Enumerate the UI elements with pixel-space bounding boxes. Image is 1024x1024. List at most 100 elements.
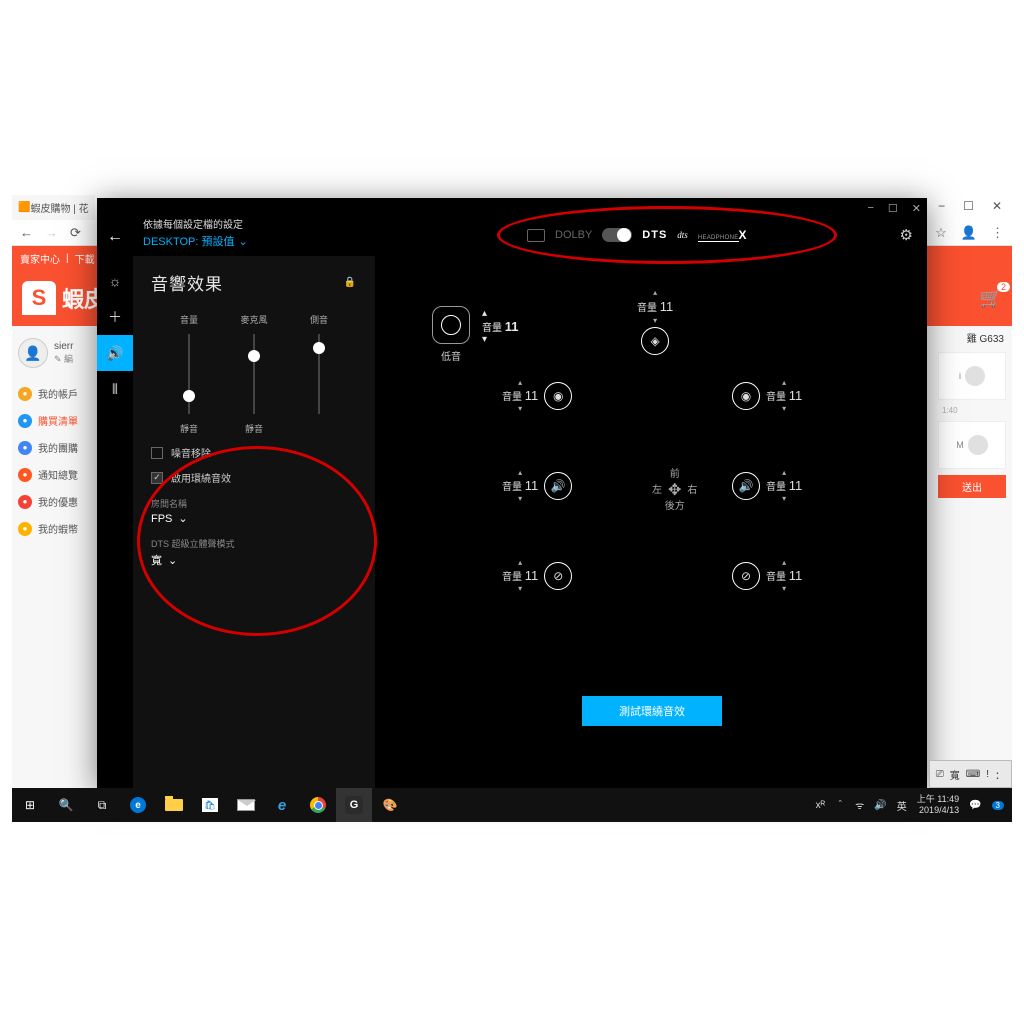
tray-chevron-icon[interactable]: ＾ — [835, 798, 845, 813]
taskbar-explorer[interactable] — [156, 788, 192, 822]
cart-badge: 2 — [997, 282, 1010, 292]
volume-slider[interactable]: 音量靜音 — [159, 313, 219, 435]
stepper-down[interactable]: ▾ — [518, 404, 522, 413]
stepper-down[interactable]: ▾ — [518, 494, 522, 503]
profile-selector[interactable]: DESKTOP: 預設值 ⌄ — [143, 233, 248, 249]
channel-rear-left[interactable]: ▴音量 11▾ ⊘ — [502, 558, 572, 593]
task-view-button[interactable]: ⧉ — [84, 788, 120, 822]
stepper-up[interactable]: ▴ — [782, 378, 786, 387]
speaker-rr-icon: ⊘ — [732, 562, 760, 590]
stepper-up[interactable]: ▴ — [782, 558, 786, 567]
taskbar-ghub[interactable]: G — [336, 788, 372, 822]
dtsx-logo-icon: dts — [677, 230, 688, 240]
headphonex-label: HEADPHONE — [698, 235, 739, 242]
bass-knob-icon[interactable] — [432, 306, 470, 344]
chevron-down-icon: ⌄ — [238, 235, 247, 248]
stepper-up[interactable]: ▴ — [518, 558, 522, 567]
chevron-down-icon: ⌄ — [178, 512, 187, 525]
taskbar-clock[interactable]: 上午 11:492019/4/13 — [917, 794, 959, 816]
tab-acoustics[interactable]: 🔊 — [97, 335, 133, 371]
ime-toolbar[interactable]: ⎚寬⌨!： — [929, 760, 1012, 788]
stepper-down[interactable]: ▾ — [518, 584, 522, 593]
seller-center-link[interactable]: 賣家中心 — [20, 251, 60, 266]
stepper-down[interactable]: ▾ — [782, 584, 786, 593]
dts-mode-dropdown[interactable]: 寬 ⌄ — [151, 552, 357, 568]
chat-card[interactable]: M — [938, 421, 1006, 469]
speaker-rl-icon: ⊘ — [544, 562, 572, 590]
dolby-dts-switch[interactable] — [602, 228, 632, 242]
tab-assignments[interactable]: ＋ — [97, 299, 133, 335]
volume-slider[interactable]: 側音 — [289, 313, 349, 435]
search-button[interactable]: 🔍 — [48, 788, 84, 822]
bass-label: 低音 — [432, 348, 470, 363]
ghub-side-rail: ☼ ＋ 🔊 ⦀ — [97, 263, 133, 407]
lock-icon[interactable]: 🔒 — [344, 277, 357, 288]
stepper-down[interactable]: ▾ — [653, 316, 657, 325]
minimize-button[interactable]: − — [867, 202, 873, 215]
start-button[interactable]: ⊞ — [12, 788, 48, 822]
browser-tab[interactable]: 🟧 蝦皮購物 | 花 — [12, 195, 95, 220]
channel-center[interactable]: ▴ 音量 11 ▾ ◈ — [637, 288, 673, 355]
volume-slider[interactable]: 麥克風靜音 — [224, 313, 284, 435]
stepper-down[interactable]: ▾ — [482, 334, 487, 345]
profile-icon[interactable]: 👤 — [961, 225, 977, 241]
channel-rear-right[interactable]: ⊘ ▴音量 11▾ — [732, 558, 802, 593]
maximize-button[interactable]: ☐ — [888, 202, 898, 215]
direction-labels: 前 左✥右 後方 — [652, 468, 697, 514]
chat-card[interactable]: i — [938, 352, 1006, 400]
tab-equalizer[interactable]: ⦀ — [97, 371, 133, 407]
stepper-up[interactable]: ▴ — [518, 378, 522, 387]
close-button[interactable]: ✕ — [992, 199, 1002, 213]
tab-lighting[interactable]: ☼ — [97, 263, 133, 299]
channel-left[interactable]: ▴音量 11▾ 🔊 — [502, 468, 572, 503]
nav-back-icon[interactable]: ← — [20, 225, 33, 240]
test-surround-button[interactable]: 測試環繞音效 — [582, 696, 722, 726]
panel-title: 音響效果 — [151, 270, 223, 295]
taskbar-edge[interactable]: e — [120, 788, 156, 822]
taskbar-paint[interactable]: 🎨 — [372, 788, 408, 822]
edit-profile-link[interactable]: ✎ 編 — [54, 352, 73, 365]
tray-volume-icon[interactable]: 🔊 — [874, 800, 886, 811]
tray-people-icon[interactable]: xᴿ — [816, 800, 826, 811]
windows-taskbar: ⊞ 🔍 ⧉ e 🛍 e G 🎨 xᴿ ＾ ᯤ 🔊 英 上午 11:492019/… — [12, 788, 1012, 822]
back-button[interactable]: ← — [107, 228, 123, 246]
menu-icon[interactable]: ⋮ — [991, 225, 1004, 241]
taskbar-chrome[interactable] — [300, 788, 336, 822]
nav-forward-icon[interactable]: → — [45, 225, 58, 240]
bass-control[interactable]: 低音 — [432, 306, 470, 363]
stepper-up[interactable]: ▴ — [518, 468, 522, 477]
avatar[interactable]: 👤 — [18, 338, 48, 368]
stepper-up[interactable]: ▴ — [482, 308, 487, 319]
tray-ime-icon[interactable]: 英 — [897, 798, 907, 813]
speaker-fr-icon: ◉ — [732, 382, 760, 410]
shopee-logo[interactable]: S蝦皮 — [22, 281, 106, 315]
taskbar-store[interactable]: 🛍 — [192, 788, 228, 822]
channel-front-right[interactable]: ◉ ▴音量 11▾ — [732, 378, 802, 413]
taskbar-mail[interactable] — [228, 788, 264, 822]
stepper-up[interactable]: ▴ — [653, 288, 657, 297]
stepper-down[interactable]: ▾ — [782, 494, 786, 503]
enable-surround-checkbox[interactable]: ✓啟用環繞音效 — [151, 470, 357, 485]
bookmark-icon[interactable]: ☆ — [935, 225, 947, 241]
stepper-up[interactable]: ▴ — [782, 468, 786, 477]
stepper-down[interactable]: ▾ — [782, 404, 786, 413]
room-name-dropdown[interactable]: FPS ⌄ — [151, 512, 357, 525]
surround-mode-toggle: DOLBY DTS dts HEADPHONEX — [527, 228, 747, 242]
close-button[interactable]: ✕ — [912, 202, 921, 215]
crosshair-icon: ✥ — [668, 484, 681, 498]
reload-icon[interactable]: ⟳ — [70, 225, 81, 241]
tray-wifi-icon[interactable]: ᯤ — [855, 798, 864, 812]
download-link[interactable]: 下載 — [75, 251, 95, 266]
acoustics-panel: 音響效果🔒 音量靜音麥克風靜音側音 噪音移除 ✓啟用環繞音效 房間名稱 FPS … — [133, 256, 375, 788]
cart-icon[interactable]: 🛒2 — [980, 288, 1002, 309]
settings-icon[interactable]: ⚙ — [900, 226, 913, 244]
channel-right[interactable]: 🔊 ▴音量 11▾ — [732, 468, 802, 503]
speaker-center-icon: ◈ — [641, 327, 669, 355]
maximize-button[interactable]: ☐ — [963, 199, 974, 213]
minimize-button[interactable]: − — [938, 199, 945, 213]
send-button[interactable]: 送出 — [938, 475, 1006, 498]
noise-removal-checkbox[interactable]: 噪音移除 — [151, 445, 357, 460]
taskbar-ie[interactable]: e — [264, 788, 300, 822]
channel-front-left[interactable]: ▴音量 11▾ ◉ — [502, 378, 572, 413]
action-center-icon[interactable]: 💬 — [969, 800, 981, 811]
